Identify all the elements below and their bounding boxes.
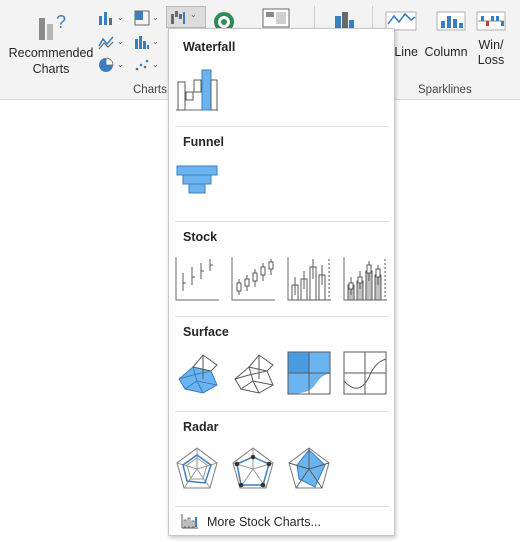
chevron-down-icon[interactable]: ⌄ <box>117 13 124 22</box>
recommended-charts-button[interactable]: ? Recommended Charts <box>6 6 96 82</box>
chevron-down-icon[interactable]: ⌄ <box>117 60 124 69</box>
section-title-stock: Stock <box>183 230 218 244</box>
sparkline-column-button[interactable]: Column <box>422 8 470 60</box>
line-chart-icon[interactable] <box>98 34 114 50</box>
more-stock-charts-link[interactable]: More Stock Charts... <box>179 511 385 533</box>
sparkline-column-label: Column <box>424 45 468 59</box>
more-stock-charts-label: More Stock Charts... <box>207 515 321 529</box>
scatter-chart-icon[interactable] <box>134 57 150 73</box>
waterfall-stock-chart-button[interactable]: ⌄ <box>166 6 206 28</box>
pie-chart-icon[interactable] <box>98 57 114 73</box>
chevron-down-icon[interactable]: ⌄ <box>152 13 159 22</box>
chevron-down-icon[interactable]: ⌄ <box>152 37 159 46</box>
statistic-chart-icon[interactable] <box>134 34 150 50</box>
waterfall-chart-icon <box>170 9 186 30</box>
section-divider <box>175 316 389 317</box>
section-divider <box>175 221 389 222</box>
section-divider <box>175 506 389 507</box>
recommended-charts-label: Recommended Charts <box>8 46 94 76</box>
section-title-waterfall: Waterfall <box>183 40 236 54</box>
funnel-chart-option[interactable] <box>173 160 221 208</box>
sparkline-winloss-label: Win/ Loss <box>477 38 505 67</box>
section-divider <box>175 411 389 412</box>
stock-volume-open-high-low-close-option[interactable] <box>341 255 389 303</box>
sparkline-column-icon <box>422 8 470 36</box>
chevron-down-icon[interactable]: ⌄ <box>117 37 124 46</box>
section-title-surface: Surface <box>183 325 229 339</box>
sparkline-winloss-button[interactable]: Win/ Loss <box>474 8 508 68</box>
contour-option[interactable] <box>285 349 333 397</box>
recommended-charts-icon: ? <box>36 10 70 47</box>
stock-volume-high-low-close-option[interactable] <box>285 255 333 303</box>
section-title-radar: Radar <box>183 420 219 434</box>
radar-option[interactable] <box>173 445 221 493</box>
section-divider <box>175 126 389 127</box>
stock-high-low-close-option[interactable] <box>173 255 221 303</box>
svg-text:?: ? <box>56 12 66 32</box>
filled-radar-option[interactable] <box>285 445 333 493</box>
charts-group-label: Charts <box>133 84 167 96</box>
sparkline-winloss-icon <box>474 8 508 36</box>
waterfall-stock-dropdown: Waterfall Funnel Stock Surface Radar Mor… <box>168 28 395 536</box>
section-title-funnel: Funnel <box>183 135 224 149</box>
sparklines-group-label: Sparklines <box>418 84 472 96</box>
surface-3d-option[interactable] <box>173 349 221 397</box>
column-chart-icon[interactable] <box>98 10 114 26</box>
waterfall-chart-option[interactable] <box>173 66 221 114</box>
more-charts-icon <box>181 513 199 534</box>
stock-open-high-low-close-option[interactable] <box>229 255 277 303</box>
radar-with-markers-option[interactable] <box>229 445 277 493</box>
chevron-down-icon[interactable]: ⌄ <box>152 60 159 69</box>
wireframe-surface-3d-option[interactable] <box>229 349 277 397</box>
hierarchy-chart-icon[interactable] <box>134 10 150 26</box>
chevron-down-icon: ⌄ <box>190 10 197 19</box>
wireframe-contour-option[interactable] <box>341 349 389 397</box>
